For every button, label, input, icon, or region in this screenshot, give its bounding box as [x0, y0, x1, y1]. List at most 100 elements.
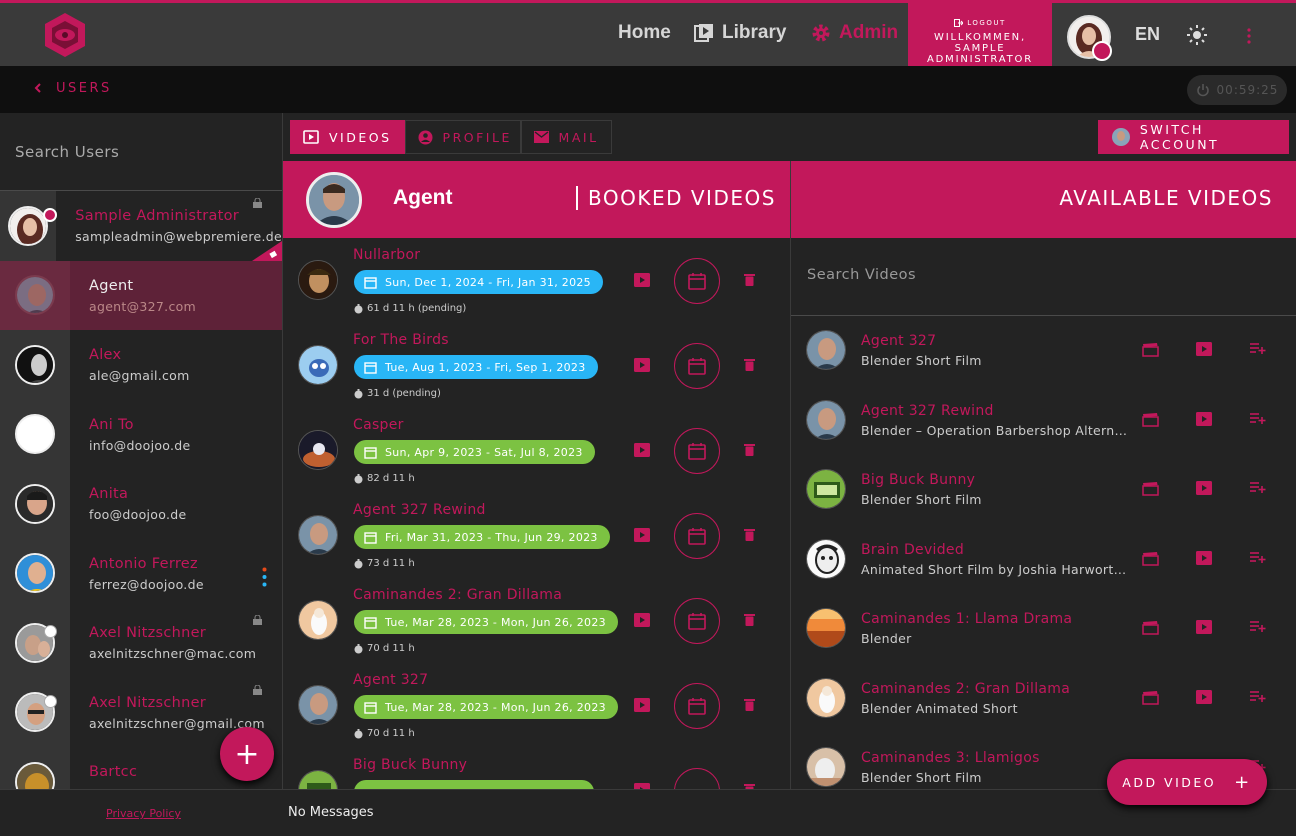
delete-icon[interactable] [744, 358, 755, 371]
edit-dates-button[interactable] [674, 343, 720, 389]
stopwatch-icon [354, 643, 363, 654]
playlist-add-icon[interactable] [1250, 620, 1266, 632]
nav-home[interactable]: Home [618, 22, 671, 44]
video-subtitle: Blender [861, 631, 912, 646]
lock-icon [253, 198, 262, 208]
clapperboard-edit-icon[interactable] [1142, 690, 1159, 705]
avatar [15, 761, 55, 789]
search-videos-input[interactable]: Search Videos [791, 238, 1296, 316]
playlist-add-icon[interactable] [1250, 342, 1266, 354]
stopwatch-icon [354, 558, 363, 569]
add-video-button[interactable]: ADD VIDEO + [1107, 759, 1267, 805]
search-users-input[interactable]: Search Users [0, 113, 282, 191]
video-thumbnail [298, 600, 338, 640]
play-video-icon[interactable] [1196, 411, 1212, 426]
clapperboard-edit-icon[interactable] [1142, 412, 1159, 427]
video-subtitle: Animated Short Film by Joshia Harworth, … [861, 561, 1131, 577]
breadcrumb[interactable]: USERS [34, 81, 112, 96]
add-user-button[interactable]: + [220, 727, 274, 781]
edit-dates-button[interactable] [674, 428, 720, 474]
video-title: Agent 327 Rewind [353, 502, 486, 518]
booking-date-range[interactable]: Sun, Apr 9, 2023 - Sat, Jul 8, 2023 [354, 440, 595, 464]
play-video-icon[interactable] [634, 613, 650, 627]
admin-badge-icon [1092, 41, 1112, 61]
user-list-item[interactable]: Ani To info@doojoo.de [0, 399, 282, 469]
user-list-item[interactable]: Alex ale@gmail.com [0, 330, 282, 400]
play-video-icon[interactable] [634, 698, 650, 712]
available-video-item: Caminandes 1: Llama Drama Blender [791, 594, 1296, 664]
calendar-icon [688, 527, 706, 545]
play-video-icon[interactable] [634, 528, 650, 542]
clapperboard-edit-icon[interactable] [1142, 481, 1159, 496]
google-badge-icon [44, 625, 57, 638]
playlist-add-icon[interactable] [1250, 551, 1266, 563]
switch-account-button[interactable]: SWITCH ACCOUNT [1098, 120, 1289, 154]
play-video-icon[interactable] [1196, 689, 1212, 704]
clapperboard-edit-icon[interactable] [1142, 551, 1159, 566]
booking-date-range[interactable]: Fri, Mar 31, 2023 - Thu, Jun 29, 2023 [354, 525, 610, 549]
language-toggle[interactable]: EN [1135, 24, 1160, 45]
theme-sun-icon[interactable] [1186, 24, 1208, 46]
booking-duration: 70 d 11 h [354, 643, 415, 654]
clapperboard-edit-icon[interactable] [1142, 342, 1159, 357]
video-thumbnail [806, 330, 846, 370]
calendar-icon [688, 442, 706, 460]
play-video-icon[interactable] [1196, 481, 1212, 495]
avatar [8, 205, 49, 246]
booking-date-range[interactable] [354, 780, 594, 789]
user-list-item[interactable]: Anita foo@doojoo.de [0, 469, 282, 539]
edit-dates-button[interactable] [674, 258, 720, 304]
delete-icon[interactable] [744, 698, 755, 711]
delete-icon[interactable] [744, 613, 755, 626]
tab-mail[interactable]: MAIL [520, 120, 612, 154]
delete-icon[interactable] [744, 273, 755, 286]
play-video-icon[interactable] [1196, 342, 1212, 356]
booking-date-range[interactable]: Sun, Dec 1, 2024 - Fri, Jan 31, 2025 [354, 270, 603, 294]
privacy-policy-link[interactable]: Privacy Policy [106, 807, 181, 820]
edit-dates-button[interactable] [674, 598, 720, 644]
booking-date-range[interactable]: Tue, Aug 1, 2023 - Fri, Sep 1, 2023 [354, 355, 598, 379]
user-list-item[interactable]: Sample Administrator sampleadmin@webpremi… [0, 191, 282, 261]
booked-video-item: Casper Sun, Apr 9, 2023 - Sat, Jul 8, 20… [283, 408, 790, 493]
delete-icon[interactable] [744, 443, 755, 456]
video-subtitle: Blender Short Film [861, 770, 982, 785]
playlist-add-icon[interactable] [1250, 690, 1266, 702]
calendar-icon [364, 616, 377, 629]
booking-date-range[interactable]: Tue, Mar 28, 2023 - Mon, Jun 26, 2023 [354, 610, 618, 634]
logout-icon [954, 19, 964, 27]
video-thumbnail [298, 260, 338, 300]
play-video-icon[interactable] [634, 358, 650, 372]
tab-bar: VIDEOS PROFILE MAIL [290, 120, 612, 154]
booking-date-range[interactable]: Tue, Mar 28, 2023 - Mon, Jun 26, 2023 [354, 695, 618, 719]
play-video-icon[interactable] [634, 443, 650, 457]
play-video-icon[interactable] [1196, 550, 1212, 565]
user-list-item-selected[interactable]: Agent agent@327.com [0, 260, 282, 330]
user-list-item[interactable]: Antonio Ferrez ferrez@doojoo.de [0, 538, 282, 608]
user-list-item[interactable]: Axel Nitzschner axelnitzschner@mac.com [0, 608, 282, 678]
avatar [15, 553, 55, 594]
delete-icon[interactable] [744, 528, 755, 541]
tab-videos[interactable]: VIDEOS [290, 120, 405, 154]
playlist-add-icon[interactable] [1250, 412, 1266, 424]
clapperboard-edit-icon[interactable] [1142, 620, 1159, 635]
booked-videos-list: Nullarbor Sun, Dec 1, 2024 - Fri, Jan 31… [283, 238, 790, 789]
nav-library[interactable]: Library [694, 22, 786, 44]
tab-profile[interactable]: PROFILE [404, 120, 521, 154]
booked-video-item: For The Birds Tue, Aug 1, 2023 - Fri, Se… [283, 323, 790, 408]
playlist-add-icon[interactable] [1250, 481, 1266, 493]
play-video-icon[interactable] [1196, 620, 1212, 634]
more-vert-icon[interactable] [1246, 28, 1252, 44]
available-video-item: Big Buck Bunny Blender Short Film [791, 455, 1296, 525]
video-thumbnail [806, 608, 846, 648]
edit-dates-button[interactable] [674, 768, 720, 789]
edit-dates-button[interactable] [674, 513, 720, 559]
play-video-icon[interactable] [634, 273, 650, 287]
available-video-item: Brain Devided Animated Short Film by Jos… [791, 525, 1296, 595]
available-video-item: Agent 327 Blender Short Film [791, 316, 1296, 386]
corner-tag-icon [252, 240, 282, 261]
edit-dates-button[interactable] [674, 683, 720, 729]
video-title: Big Buck Bunny [353, 757, 468, 773]
calendar-icon [688, 357, 706, 375]
nav-admin[interactable]: Admin [811, 22, 898, 44]
app-logo[interactable] [42, 11, 88, 59]
